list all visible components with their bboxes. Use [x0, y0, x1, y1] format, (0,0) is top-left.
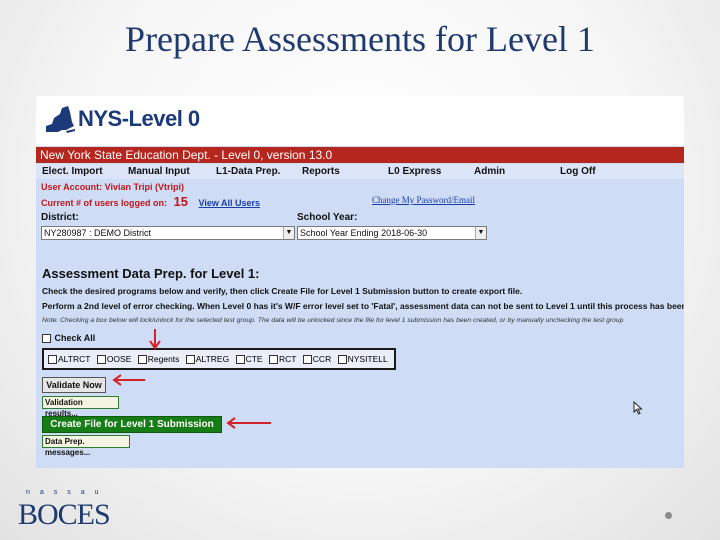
program-checkbox[interactable] [48, 355, 57, 365]
program-label: CTE [245, 354, 263, 364]
check-all-label: Check All [54, 333, 96, 343]
annotation-arrow-down-icon [149, 329, 161, 350]
program-checkbox[interactable] [302, 355, 312, 365]
logo-band: NYS-Level 0 [36, 96, 684, 146]
program-label: ALTRCT [58, 354, 91, 364]
program-rct[interactable]: RCT [268, 350, 297, 368]
program-label: Regents [147, 354, 180, 364]
nav-admin[interactable]: Admin [474, 164, 505, 179]
program-nysitell[interactable]: NYSITELL [337, 350, 388, 368]
app-screenshot: NYS-Level 0 New York State Education Dep… [36, 96, 684, 468]
users-logged-label: Current # of users logged on: [41, 198, 168, 208]
program-checkbox[interactable] [96, 355, 106, 365]
program-label: ALTREG [195, 354, 230, 364]
program-altrct[interactable]: ALTRCT [48, 350, 90, 368]
program-checkbox[interactable] [235, 355, 245, 365]
instruction-line-1: Check the desired programs below and ver… [42, 286, 523, 296]
nav-reports[interactable]: Reports [302, 164, 340, 179]
district-label: District: [41, 212, 79, 223]
users-logged-line: Current # of users logged on: 15 View Al… [41, 194, 260, 209]
boces-logo-letters: nassau [26, 489, 109, 496]
program-regents[interactable]: Regents [137, 350, 180, 368]
program-checkbox[interactable] [268, 355, 278, 365]
users-logged-count: 15 [173, 194, 188, 209]
annotation-arrow-left-icon [226, 417, 271, 429]
check-all-checkbox[interactable] [42, 334, 51, 344]
program-label: OOSE [106, 354, 132, 364]
program-label: RCT [278, 354, 297, 364]
change-password-link[interactable]: Change My Password/Email [372, 195, 475, 205]
program-oose[interactable]: OOSE [96, 350, 132, 368]
program-label: CCR [312, 354, 332, 364]
nav-elect-import[interactable]: Elect. Import [42, 164, 103, 179]
nav-l0-express[interactable]: L0 Express [388, 164, 441, 179]
app-logo-text: NYS-Level 0 [78, 106, 200, 131]
main-nav: Elect. Import Manual Input L1-Data Prep.… [36, 164, 684, 179]
district-select-value: NY280987 : DEMO District [44, 228, 152, 238]
validation-results-button[interactable]: Validation results... [42, 396, 119, 418]
note-line: Note: Checking a box below will lock/unl… [42, 317, 624, 324]
create-file-button[interactable]: Create File for Level 1 Submission [42, 416, 222, 433]
program-cte[interactable]: CTE [235, 350, 263, 368]
mouse-cursor-icon [633, 401, 643, 415]
ny-state-map-icon [46, 106, 75, 133]
slide-title: Prepare Assessments for Level 1 [125, 19, 595, 59]
program-checkbox[interactable] [137, 355, 147, 365]
school-year-select-value: School Year Ending 2018-06-30 [300, 228, 428, 238]
data-prep-messages-button[interactable]: Data Prep. messages... [42, 435, 130, 457]
program-ccr[interactable]: CCR [302, 350, 332, 368]
program-checkbox[interactable] [185, 355, 195, 365]
validate-now-button[interactable]: Validate Now [42, 377, 106, 393]
nav-manual-input[interactable]: Manual Input [128, 164, 190, 179]
assessment-heading: Assessment Data Prep. for Level 1: [42, 266, 260, 281]
boces-logo: BOCES [18, 498, 111, 531]
instruction-line-2: Perform a 2nd level of error checking. W… [42, 301, 684, 311]
program-checkbox-group: ALTRCT OOSE Regents ALTREG CTE RCT CCR N… [42, 348, 396, 370]
view-all-users-link[interactable]: View All Users [199, 198, 261, 208]
program-checkbox[interactable] [337, 355, 347, 365]
chevron-down-icon: ▼ [475, 227, 486, 239]
user-account-label: User Account: Vivian Tripi (Vtripi) [41, 182, 185, 192]
check-all-control[interactable]: Check All [42, 333, 96, 344]
slide-dot-icon [665, 512, 672, 519]
app-title-bar: New York State Education Dept. - Level 0… [36, 147, 684, 163]
annotation-arrow-left-icon [112, 374, 145, 386]
district-select[interactable]: NY280987 : DEMO District ▼ [41, 226, 295, 240]
nav-l1-data-prep[interactable]: L1-Data Prep. [216, 164, 280, 179]
nav-log-off[interactable]: Log Off [560, 164, 596, 179]
chevron-down-icon: ▼ [283, 227, 294, 239]
program-label: NYSITELL [347, 354, 388, 364]
program-altreg[interactable]: ALTREG [185, 350, 230, 368]
school-year-select[interactable]: School Year Ending 2018-06-30 ▼ [297, 226, 487, 240]
school-year-label: School Year: [297, 212, 358, 223]
